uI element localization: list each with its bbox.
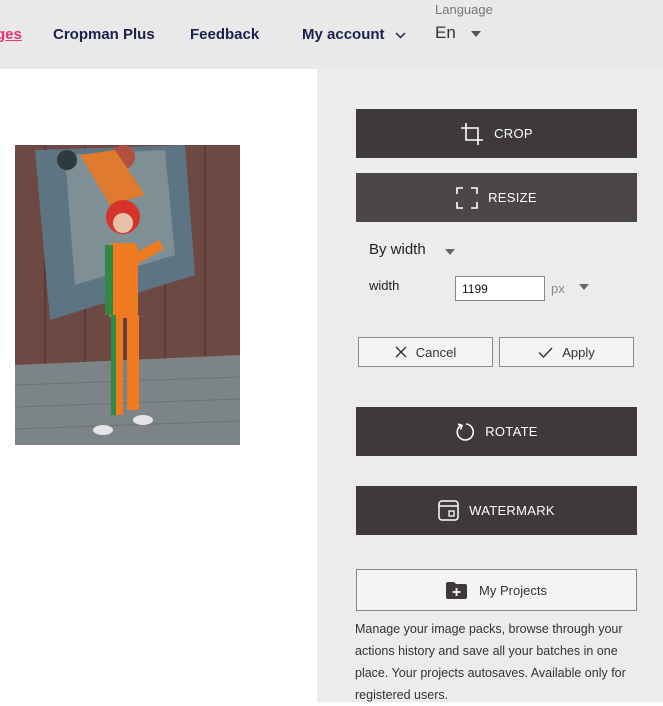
rotate-label: ROTATE (485, 424, 538, 439)
resize-mode-select[interactable]: By width (369, 241, 426, 258)
language-select[interactable]: En (435, 23, 456, 43)
resize-icon (456, 186, 478, 209)
cancel-label: Cancel (415, 344, 457, 360)
nav-link-images[interactable]: ges (0, 26, 22, 43)
folder-add-icon (446, 581, 468, 599)
top-nav-bar: ges Cropman Plus Feedback My account Lan… (0, 0, 663, 69)
image-canvas (0, 69, 317, 702)
nav-link-cropman-plus[interactable]: Cropman Plus (53, 26, 155, 43)
preview-image-graphic (15, 145, 240, 445)
rotate-button[interactable]: ROTATE (356, 407, 637, 456)
watermark-button[interactable]: WATERMARK (356, 486, 637, 535)
nav-link-feedback[interactable]: Feedback (190, 26, 259, 43)
resize-mode-caret-icon[interactable] (445, 249, 455, 255)
watermark-label: WATERMARK (469, 503, 555, 518)
resize-label: RESIZE (488, 190, 537, 205)
width-input[interactable] (455, 276, 545, 301)
watermark-icon (438, 500, 459, 521)
my-projects-button[interactable]: My Projects (356, 569, 637, 611)
cancel-button[interactable]: Cancel (358, 337, 493, 367)
rotate-icon (456, 422, 475, 441)
unit-caret-icon[interactable] (579, 284, 589, 290)
my-projects-label: My Projects (479, 582, 547, 598)
resize-button[interactable]: RESIZE (356, 173, 637, 222)
my-account-label: My account (302, 26, 385, 43)
nav-my-account[interactable]: My account (302, 26, 406, 43)
unit-select[interactable]: px (551, 281, 565, 296)
preview-image (15, 145, 240, 445)
tools-panel: CROP RESIZE By width width px Cancel App… (317, 69, 663, 702)
caret-down-icon[interactable] (471, 31, 481, 37)
close-icon (395, 346, 407, 358)
apply-label: Apply (562, 344, 595, 360)
crop-icon (461, 122, 484, 145)
crop-button[interactable]: CROP (356, 109, 637, 158)
width-label: width (369, 278, 400, 293)
crop-label: CROP (494, 126, 533, 141)
language-label: Language (435, 2, 493, 17)
chevron-down-icon (395, 32, 406, 39)
apply-button[interactable]: Apply (499, 337, 634, 367)
checkmark-icon (538, 347, 553, 358)
projects-description: Manage your image packs, browse through … (355, 622, 626, 702)
